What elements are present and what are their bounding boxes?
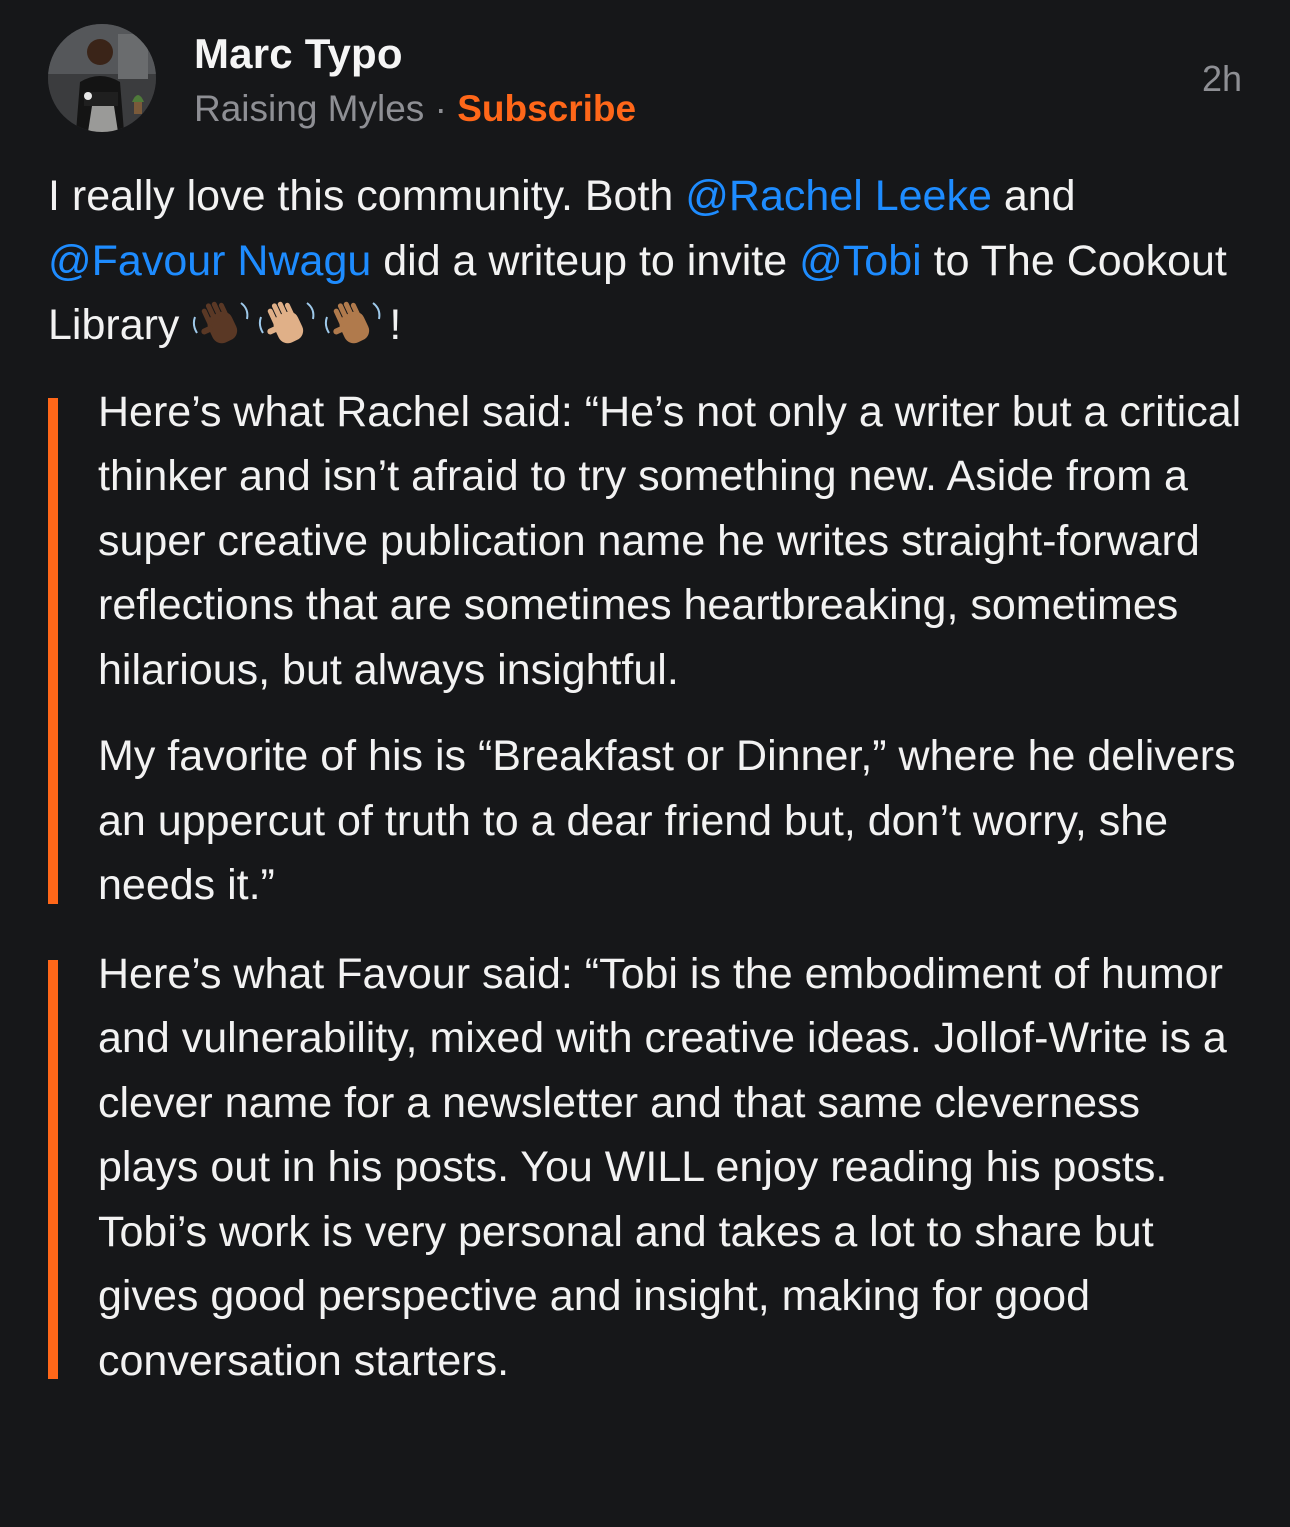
post-body: I really love this community. Both @Rach…	[48, 164, 1248, 1393]
waving-hand-medium-light-skin-icon	[257, 299, 317, 349]
intro-text-3: did a writeup to invite	[371, 236, 800, 285]
waving-hand-medium-skin-icon	[323, 299, 383, 349]
post-header: Marc Typo Raising Myles · Subscribe 2h	[48, 22, 1242, 142]
intro-text-2: and	[991, 172, 1076, 220]
author-name[interactable]: Marc Typo	[194, 30, 403, 78]
intro-text-1: I really love this community. Both	[48, 172, 686, 220]
blockquote-rachel: Here’s what Rachel said: “He’s not only …	[48, 380, 1248, 918]
waving-hand-dark-skin-icon	[191, 299, 251, 349]
mention-tobi[interactable]: @Tobi	[799, 237, 922, 285]
quote-favour-paragraph-1: Here’s what Favour said: “Tobi is the em…	[98, 949, 1227, 1385]
blockquote-bar	[48, 959, 58, 1379]
intro-text-5: !	[389, 301, 402, 349]
publication-name[interactable]: Raising Myles	[194, 88, 424, 129]
post-intro: I really love this community. Both @Rach…	[48, 164, 1248, 358]
mention-rachel-leeke[interactable]: @Rachel Leeke	[685, 172, 992, 220]
meta-separator: ·	[434, 88, 447, 129]
quote-rachel-paragraph-2: My favorite of his is “Breakfast or Dinn…	[98, 732, 1236, 909]
blockquote-bar	[48, 397, 58, 904]
quote-rachel-paragraph-1: Here’s what Rachel said: “He’s not only …	[98, 387, 1242, 694]
avatar[interactable]	[48, 24, 156, 132]
blockquote-favour: Here’s what Favour said: “Tobi is the em…	[48, 942, 1248, 1394]
post-meta: Raising Myles · Subscribe	[194, 88, 636, 130]
post-timestamp: 2h	[1201, 58, 1242, 99]
subscribe-button[interactable]: Subscribe	[457, 88, 636, 129]
mention-favour-nwagu[interactable]: @Favour Nwagu	[48, 237, 371, 285]
